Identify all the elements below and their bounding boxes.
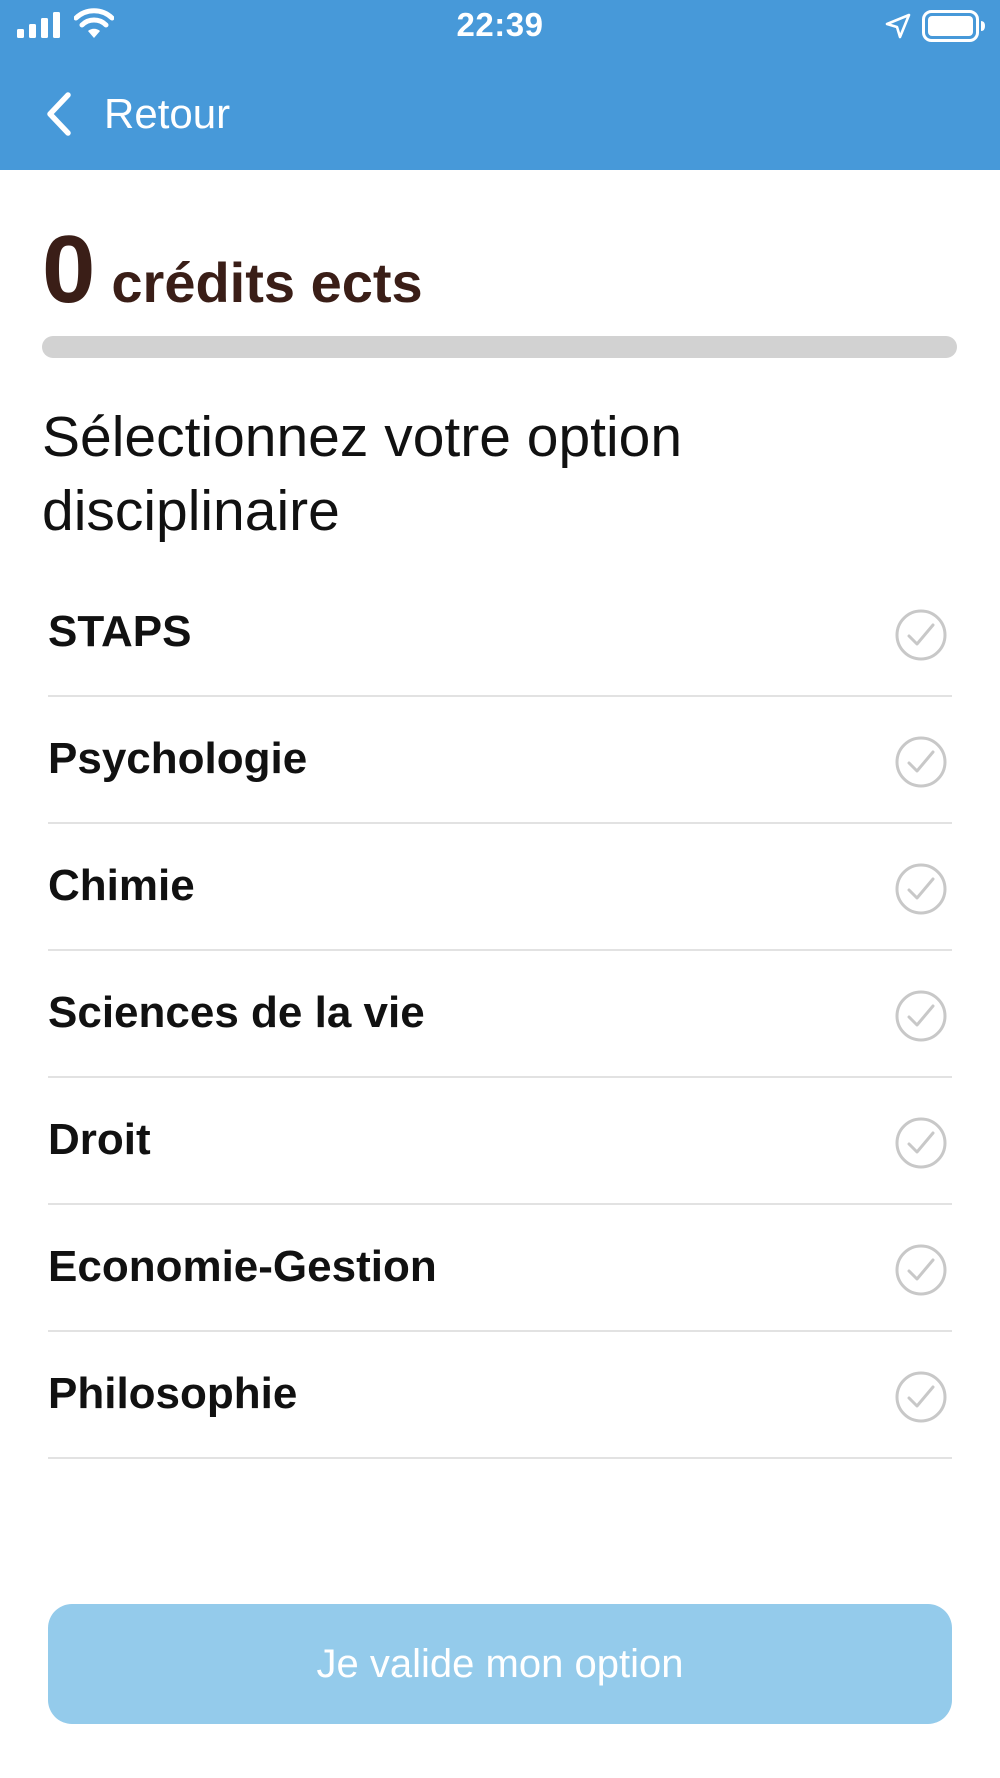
check-circle-icon[interactable]	[894, 1243, 948, 1297]
option-item[interactable]: Sciences de la vie	[48, 951, 952, 1078]
check-circle-icon[interactable]	[894, 989, 948, 1043]
option-label: Chimie	[48, 861, 195, 910]
option-item[interactable]: Economie-Gestion	[48, 1205, 952, 1332]
check-circle-icon[interactable]	[894, 1370, 948, 1424]
check-circle-icon[interactable]	[894, 608, 948, 662]
back-button[interactable]: Retour	[44, 82, 230, 146]
option-item[interactable]: Philosophie	[48, 1332, 952, 1459]
credits-progress-bar	[42, 336, 957, 358]
back-label: Retour	[104, 90, 231, 137]
option-label: Philosophie	[48, 1369, 298, 1418]
location-arrow-icon	[885, 13, 911, 39]
option-item[interactable]: Psychologie	[48, 697, 952, 824]
credits-value: 0	[42, 216, 96, 323]
chevron-left-icon	[47, 92, 71, 136]
app-header: 22:39 Retour	[0, 0, 1000, 170]
check-circle-icon[interactable]	[894, 1116, 948, 1170]
check-circle-icon[interactable]	[894, 735, 948, 789]
check-circle-icon[interactable]	[894, 862, 948, 916]
option-label: Economie-Gestion	[48, 1242, 437, 1291]
option-label: Sciences de la vie	[48, 988, 425, 1037]
option-label: Psychologie	[48, 734, 308, 783]
status-time: 22:39	[456, 6, 544, 43]
credits-unit: crédits ects	[111, 251, 423, 314]
page-title: Sélectionnez votre option disciplinaire	[42, 405, 683, 543]
battery-icon	[922, 10, 985, 42]
status-bar: 22:39	[0, 0, 1000, 54]
option-item[interactable]: Chimie	[48, 824, 952, 951]
option-label: STAPS	[48, 607, 192, 656]
option-item[interactable]: STAPS	[48, 570, 952, 697]
option-label: Droit	[48, 1115, 151, 1164]
validate-option-button[interactable]: Je valide mon option	[48, 1604, 952, 1724]
credits-summary: 0 crédits ects	[42, 222, 423, 318]
option-list: STAPS Psychologie Chimie Sciences de la vie…	[48, 570, 952, 1459]
option-item[interactable]: Droit	[48, 1078, 952, 1205]
